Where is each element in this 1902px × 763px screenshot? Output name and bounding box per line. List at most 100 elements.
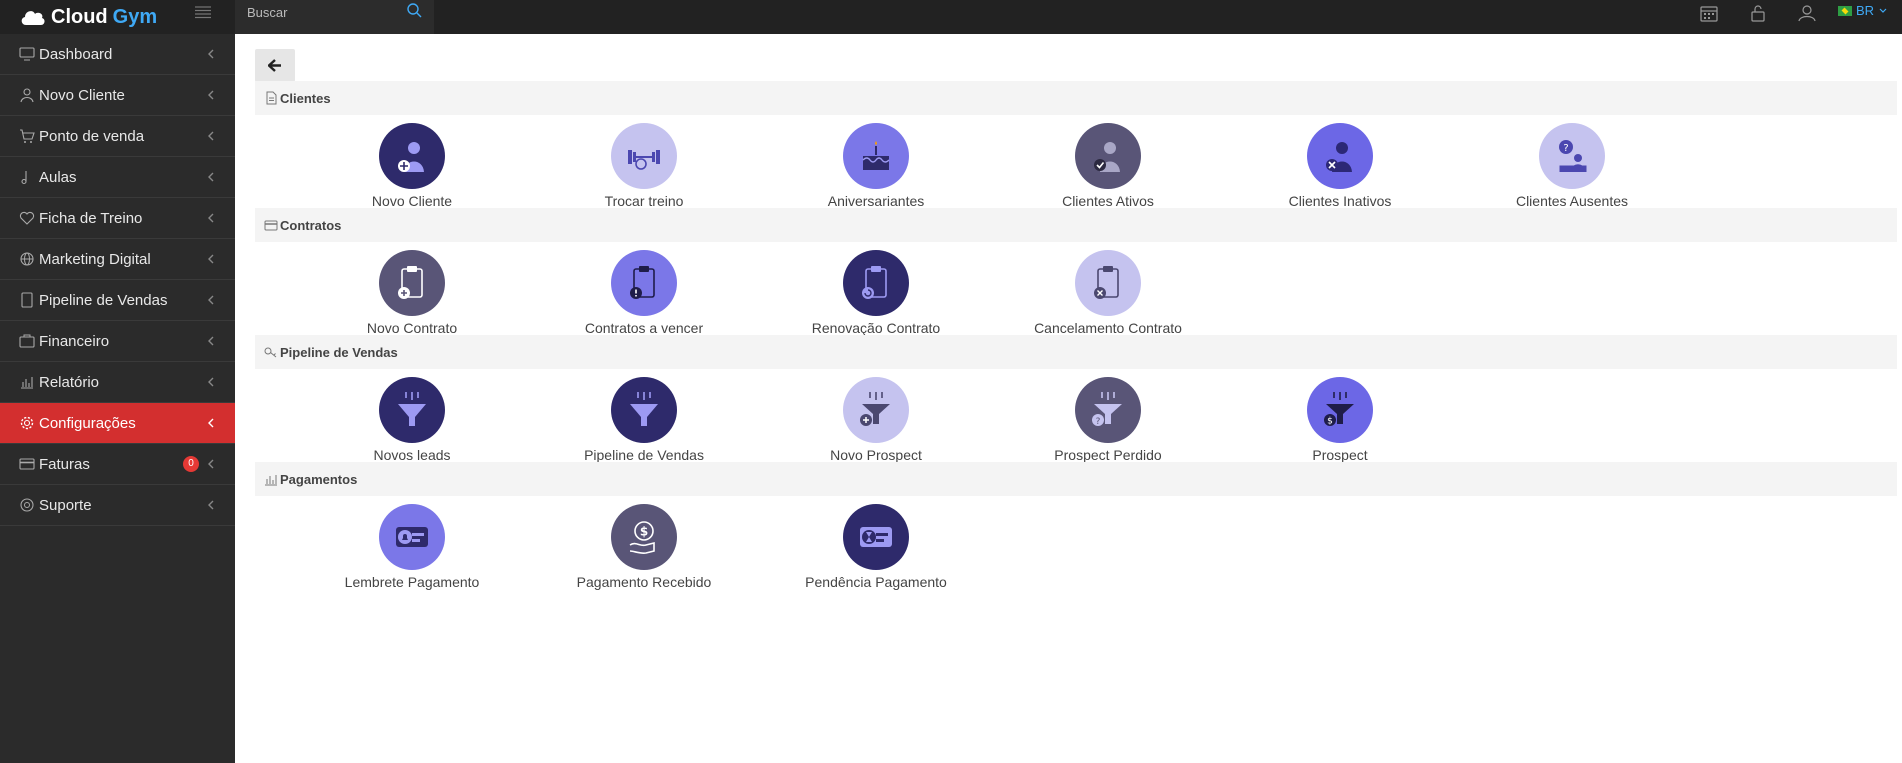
user-check-icon [1094, 142, 1120, 172]
shortcut-circle[interactable] [1075, 123, 1141, 189]
chevron-left-icon [208, 49, 214, 59]
shortcut-circle[interactable]: ? [1075, 377, 1141, 443]
lock-icon[interactable] [1747, 2, 1769, 24]
sidebar-item-configura-es[interactable]: Configurações [0, 403, 235, 444]
chevron-left-icon [208, 500, 214, 510]
shortcut-renovacao-contrato[interactable]: Renovação Contrato [781, 250, 971, 336]
brand-name-cloud: Cloud [51, 5, 108, 28]
search-input[interactable] [235, 0, 405, 24]
shortcut-pendencia-pagamento[interactable]: Pendência Pagamento [781, 504, 971, 590]
shortcut-circle[interactable]: $ [611, 504, 677, 570]
shortcut-circle[interactable] [1075, 250, 1141, 316]
heart-icon [19, 211, 35, 225]
shortcut-circle[interactable] [379, 123, 445, 189]
sidebar-item-ponto-de-venda[interactable]: Ponto de venda [0, 116, 235, 157]
shortcut-circle[interactable] [611, 123, 677, 189]
shortcut-label[interactable]: Pipeline de Vendas [549, 447, 739, 463]
bar-chart-icon [265, 475, 277, 486]
sidebar-item-pipeline-de-vendas[interactable]: Pipeline de Vendas [0, 280, 235, 321]
shortcut-circle[interactable] [1307, 123, 1373, 189]
sidebar-item-label: Ficha de Treino [39, 209, 143, 227]
calendar-icon[interactable] [1698, 2, 1720, 24]
sidebar-item-relat-rio[interactable]: Relatório [0, 362, 235, 403]
lifebuoy-icon [20, 498, 34, 512]
user-icon[interactable] [1796, 2, 1818, 24]
back-button[interactable] [255, 49, 295, 82]
shortcut-label[interactable]: Novos leads [317, 447, 507, 463]
shortcut-cancelamento-contrato[interactable]: Cancelamento Contrato [1013, 250, 1203, 336]
shortcut-label[interactable]: Cancelamento Contrato [1013, 320, 1203, 336]
shortcut-prospect-perdido[interactable]: ? Prospect Perdido [1013, 377, 1203, 463]
shortcut-pipeline-de-vendas[interactable]: Pipeline de Vendas [549, 377, 739, 463]
shortcut-trocar-treino[interactable]: Trocar treino [549, 123, 739, 209]
monitor-icon [19, 47, 35, 61]
shortcut-aniversariantes[interactable]: Aniversariantes [781, 123, 971, 209]
shortcut-circle[interactable] [611, 377, 677, 443]
sidebar-item-dashboard[interactable]: Dashboard [0, 34, 235, 75]
chevron-down-icon [1879, 8, 1887, 13]
clipboard-plus-icon [398, 266, 423, 299]
shortcut-circle[interactable] [379, 250, 445, 316]
shortcut-label[interactable]: Clientes Inativos [1245, 193, 1435, 209]
sidebar-item-novo-cliente[interactable]: Novo Cliente [0, 75, 235, 116]
shortcut-novos-leads[interactable]: Novos leads [317, 377, 507, 463]
shortcut-circle[interactable] [843, 123, 909, 189]
top-bar: Cloud Gym BR [0, 0, 1902, 34]
language-selector[interactable]: BR [1838, 3, 1888, 18]
sidebar-item-label: Financeiro [39, 332, 110, 350]
shortcut-contratos-a-vencer[interactable]: Contratos a vencer [549, 250, 739, 336]
menu-toggle-icon[interactable] [193, 4, 213, 20]
sidebar-item-financeiro[interactable]: Financeiro [0, 321, 235, 362]
shortcut-circle[interactable] [843, 250, 909, 316]
sidebar-item-faturas[interactable]: Faturas 0 [0, 444, 235, 485]
shortcut-circle[interactable]: $ [1307, 377, 1373, 443]
shortcut-novo-contrato[interactable]: Novo Contrato [317, 250, 507, 336]
sidebar-item-ficha-de-treino[interactable]: Ficha de Treino [0, 198, 235, 239]
svg-text:?: ? [1563, 143, 1568, 154]
shortcut-label[interactable]: Pagamento Recebido [549, 574, 739, 590]
shortcut-label[interactable]: Novo Cliente [317, 193, 507, 209]
section-header-clientes: Clientes [255, 81, 1897, 115]
shortcut-label[interactable]: Trocar treino [549, 193, 739, 209]
shortcut-circle[interactable] [843, 504, 909, 570]
shortcut-label[interactable]: Novo Contrato [317, 320, 507, 336]
funnel-icon [398, 392, 426, 426]
shortcut-novo-cliente[interactable]: Novo Cliente [317, 123, 507, 209]
shortcut-label[interactable]: Lembrete Pagamento [317, 574, 507, 590]
card-bell-icon [396, 527, 428, 547]
shortcut-label[interactable]: Prospect [1245, 447, 1435, 463]
shortcut-novo-prospect[interactable]: Novo Prospect [781, 377, 971, 463]
sidebar-item-marketing-digital[interactable]: Marketing Digital [0, 239, 235, 280]
shortcut-label[interactable]: Contratos a vencer [549, 320, 739, 336]
section-header-contratos: Contratos [255, 208, 1897, 242]
shortcut-lembrete-pagamento[interactable]: Lembrete Pagamento [317, 504, 507, 590]
shortcut-label[interactable]: Clientes Ausentes [1477, 193, 1667, 209]
shortcut-clientes-ativos[interactable]: Clientes Ativos [1013, 123, 1203, 209]
invoice-count-badge: 0 [183, 456, 199, 472]
shortcut-label[interactable]: Clientes Ativos [1013, 193, 1203, 209]
shortcut-label[interactable]: Pendência Pagamento [781, 574, 971, 590]
shortcut-label[interactable]: Novo Prospect [781, 447, 971, 463]
shortcut-clientes-inativos[interactable]: Clientes Inativos [1245, 123, 1435, 209]
chevron-left-icon [208, 295, 214, 305]
cloud-icon [21, 11, 45, 25]
shortcut-circle[interactable] [379, 377, 445, 443]
search-icon[interactable] [405, 1, 425, 21]
shortcut-prospect[interactable]: $ Prospect [1245, 377, 1435, 463]
user-plus-icon [398, 142, 424, 172]
chevron-left-icon [208, 90, 214, 100]
sidebar-item-aulas[interactable]: Aulas [0, 157, 235, 198]
shortcut-circle[interactable] [843, 377, 909, 443]
shortcut-circle[interactable]: ? [1539, 123, 1605, 189]
shortcut-clientes-ausentes[interactable]: ? Clientes Ausentes [1477, 123, 1667, 209]
shortcut-pagamento-recebido[interactable]: $ Pagamento Recebido [549, 504, 739, 590]
shortcut-label[interactable]: Prospect Perdido [1013, 447, 1203, 463]
shortcut-label[interactable]: Renovação Contrato [781, 320, 971, 336]
shortcut-circle[interactable] [379, 504, 445, 570]
shortcut-label[interactable]: Aniversariantes [781, 193, 971, 209]
document-icon [266, 91, 277, 105]
shortcut-circle[interactable] [611, 250, 677, 316]
sidebar-item-suporte[interactable]: Suporte [0, 485, 235, 526]
sidebar-item-label: Faturas [39, 455, 90, 473]
user-icon [20, 88, 34, 103]
